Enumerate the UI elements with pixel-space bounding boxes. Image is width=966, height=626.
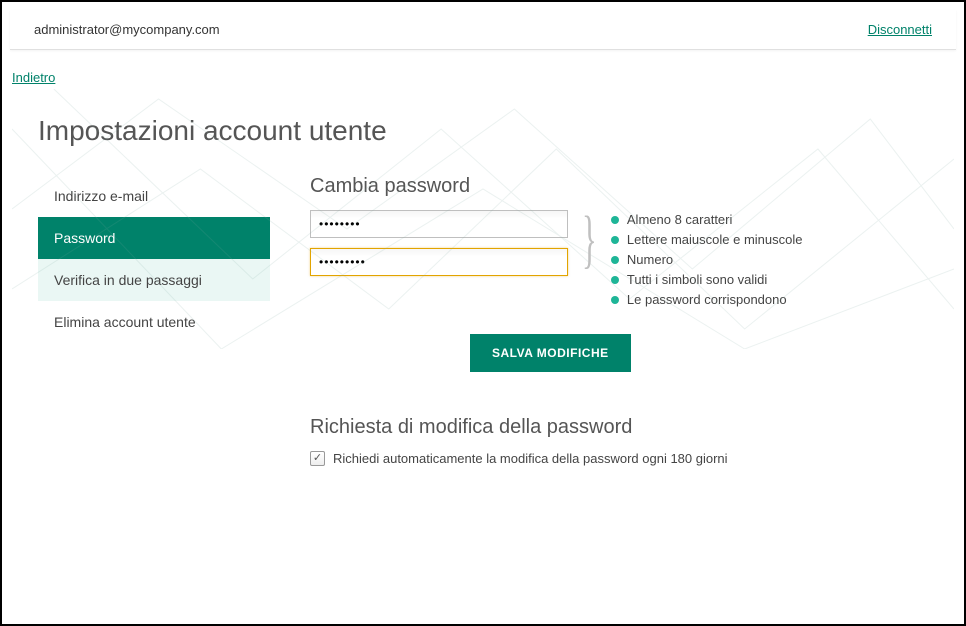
new-password-input[interactable] xyxy=(310,210,568,238)
rule-item: Le password corrispondono xyxy=(611,290,803,310)
auto-request-label: Richiedi automaticamente la modifica del… xyxy=(333,451,728,466)
page-title: Impostazioni account utente xyxy=(38,115,928,147)
request-change-title: Richiesta di modifica della password xyxy=(310,416,928,439)
sidebar-item-password[interactable]: Password xyxy=(38,217,270,259)
rule-item: Lettere maiuscole e minuscole xyxy=(611,230,803,250)
sidebar-item-2fa[interactable]: Verifica in due passaggi xyxy=(38,259,270,301)
confirm-password-input[interactable] xyxy=(310,248,568,276)
sidebar-item-delete[interactable]: Elimina account utente xyxy=(38,301,270,343)
change-password-title: Cambia password xyxy=(310,175,928,198)
rule-item: Tutti i simboli sono validi xyxy=(611,270,803,290)
main-panel: Cambia password } Almeno 8 caratteri Let… xyxy=(310,175,928,466)
rule-item: Numero xyxy=(611,250,803,270)
logout-link[interactable]: Disconnetti xyxy=(868,22,932,37)
brace-icon: } xyxy=(582,208,597,272)
header: administrator@mycompany.com Disconnetti xyxy=(10,10,956,50)
user-email: administrator@mycompany.com xyxy=(34,22,220,37)
sidebar: Indirizzo e-mail Password Verifica in du… xyxy=(38,175,270,343)
content: Impostazioni account utente Indirizzo e-… xyxy=(12,89,954,486)
rule-item: Almeno 8 caratteri xyxy=(611,210,803,230)
back-link[interactable]: Indietro xyxy=(12,70,55,85)
auto-request-checkbox[interactable] xyxy=(310,451,325,466)
sidebar-item-email[interactable]: Indirizzo e-mail xyxy=(38,175,270,217)
save-button[interactable]: SALVA MODIFICHE xyxy=(470,334,631,372)
password-rules: Almeno 8 caratteri Lettere maiuscole e m… xyxy=(611,210,803,310)
